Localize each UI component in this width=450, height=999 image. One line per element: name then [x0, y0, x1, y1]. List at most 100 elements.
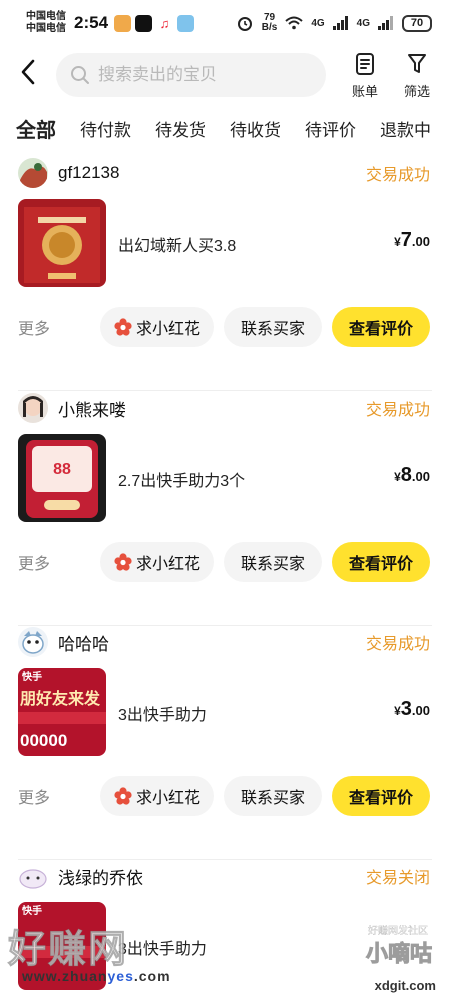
tab-pending-shipment[interactable]: 待发货: [155, 116, 206, 141]
product-thumbnail[interactable]: [18, 199, 106, 287]
seller-row[interactable]: 小熊来喽 交易成功: [18, 392, 430, 424]
thumbnail-headline: 朋好友来发: [20, 689, 101, 708]
back-button[interactable]: [18, 57, 48, 93]
app-notification-icon: [114, 14, 132, 32]
more-button[interactable]: 更多: [18, 550, 50, 574]
product-title[interactable]: 出幻域新人买3.8: [118, 232, 236, 256]
flower-icon: [114, 787, 132, 805]
price-currency: ¥: [394, 235, 401, 249]
tiktok-icon: [135, 14, 153, 32]
product-title[interactable]: 2.7出快手助力3个: [118, 467, 245, 491]
clock: 2:54: [74, 13, 109, 32]
avatar: [18, 393, 48, 423]
seller-row[interactable]: 浅绿的乔依 交易关闭: [18, 860, 430, 892]
tab-refunding[interactable]: 退款中: [380, 116, 431, 141]
thumbnail-value: 88: [53, 461, 71, 478]
notification-icons: ♫: [114, 14, 195, 32]
price-integer: 7: [400, 229, 412, 251]
order-actions: 更多 求小红花 联系买家 查看评价: [18, 776, 430, 816]
view-review-button[interactable]: 查看评价: [332, 776, 430, 816]
order-status: 交易成功: [365, 636, 430, 653]
contact-buyer-button[interactable]: 联系买家: [224, 776, 322, 816]
request-flower-label: 求小红花: [135, 556, 200, 573]
bill-button[interactable]: 账单: [352, 52, 378, 100]
order-card[interactable]: 哈哈哈 交易成功 快手朋好友来发 00000 3出快手助力 ¥3.00 更多 求小…: [0, 626, 450, 860]
header: 账单 筛选: [0, 48, 450, 102]
product-title[interactable]: 3出快手助力: [118, 935, 207, 959]
bill-icon: [356, 53, 374, 75]
request-flower-button[interactable]: 求小红花: [100, 307, 214, 347]
filter-label: 筛选: [404, 84, 431, 99]
carrier-2: 中国电信: [26, 23, 66, 34]
net-speed: 79 B/s: [262, 13, 278, 33]
bill-label: 账单: [352, 84, 379, 99]
music-icon: ♫: [156, 14, 174, 32]
net-speed-unit: B/s: [261, 22, 278, 33]
thumbnail-amount: 00000: [20, 731, 67, 750]
product-thumbnail[interactable]: 88: [18, 434, 106, 522]
tab-pending-receipt[interactable]: 待收货: [230, 116, 281, 141]
filter-button[interactable]: 筛选: [404, 52, 430, 100]
chevron-left-icon: [21, 59, 35, 85]
product-price: ¥8.00: [394, 464, 430, 487]
avatar: [18, 158, 48, 188]
price-decimal: .00: [411, 703, 430, 718]
wifi-icon: [285, 16, 303, 30]
price-integer: 8: [400, 464, 412, 486]
contact-buyer-button[interactable]: 联系买家: [224, 542, 322, 582]
product-price: ¥3.00: [394, 698, 430, 721]
divider: [18, 390, 432, 391]
seller-name: gf12138: [58, 163, 120, 182]
seller-name: 浅绿的乔依: [58, 868, 143, 888]
thumbnail-brand: 快手: [21, 904, 42, 917]
tab-all[interactable]: 全部: [16, 114, 56, 145]
view-review-button[interactable]: 查看评价: [332, 307, 430, 347]
status-bar: 中国电信 中国电信 2:54 ♫ 79 B/s 4G 4G 70: [0, 0, 450, 46]
tab-pending-review[interactable]: 待评价: [305, 116, 356, 141]
contact-buyer-button[interactable]: 联系买家: [224, 307, 322, 347]
order-status: 交易成功: [365, 167, 430, 184]
carrier-1: 中国电信: [26, 11, 66, 22]
signal-bars-icon: [332, 16, 348, 30]
more-button[interactable]: 更多: [18, 784, 50, 808]
price-currency: ¥: [394, 470, 401, 484]
request-flower-button[interactable]: 求小红花: [100, 776, 214, 816]
seller-row[interactable]: 哈哈哈 交易成功: [18, 626, 430, 658]
search-input[interactable]: [98, 65, 308, 85]
avatar: [18, 627, 48, 657]
order-actions: 更多 求小红花 联系买家 查看评价: [18, 307, 430, 347]
signal-2-label: 4G: [356, 17, 370, 29]
flower-icon: [114, 318, 132, 336]
seller-name: 小熊来喽: [58, 400, 126, 420]
order-card[interactable]: gf12138 交易成功 出幻域新人买3.8 ¥7.00 更多 求小红花 联系买…: [0, 157, 450, 391]
app-notification-icon: [177, 14, 195, 32]
search-icon: [71, 66, 89, 84]
seller-row[interactable]: gf12138 交易成功: [18, 157, 430, 189]
product-thumbnail[interactable]: 快手: [18, 902, 106, 990]
order-card[interactable]: 小熊来喽 交易成功 88 2.7出快手助力3个 ¥8.00 更多 求小红花 联系…: [0, 392, 450, 626]
tab-pending-payment[interactable]: 待付款: [80, 116, 131, 141]
view-review-button[interactable]: 查看评价: [332, 542, 430, 582]
alarm-icon: [237, 17, 252, 31]
product-title[interactable]: 3出快手助力: [118, 701, 207, 725]
price-decimal: .00: [411, 234, 430, 249]
product-price: ¥7.00: [394, 229, 430, 252]
search-box[interactable]: [56, 53, 326, 97]
request-flower-label: 求小红花: [135, 321, 200, 338]
request-flower-button[interactable]: 求小红花: [100, 542, 214, 582]
order-status-tabs: 全部 待付款 待发货 待收货 待评价 退款中: [0, 108, 450, 148]
battery-indicator: 70: [402, 14, 432, 32]
order-status: 交易成功: [365, 402, 430, 419]
filter-icon: [408, 54, 426, 73]
thumbnail-brand: 快手: [21, 670, 42, 683]
price-integer: 3: [400, 698, 412, 720]
carrier-info: 中国电信 中国电信: [26, 11, 66, 35]
status-right: 79 B/s 4G 4G 70: [236, 13, 432, 33]
order-card[interactable]: 浅绿的乔依 交易关闭 快手 3出快手助力: [0, 860, 450, 999]
order-actions: 更多 求小红花 联系买家 查看评价: [18, 542, 430, 582]
product-thumbnail[interactable]: 快手朋好友来发 00000: [18, 668, 106, 756]
price-currency: ¥: [394, 704, 401, 718]
request-flower-label: 求小红花: [135, 790, 200, 807]
more-button[interactable]: 更多: [18, 315, 50, 339]
price-decimal: .00: [411, 469, 430, 484]
